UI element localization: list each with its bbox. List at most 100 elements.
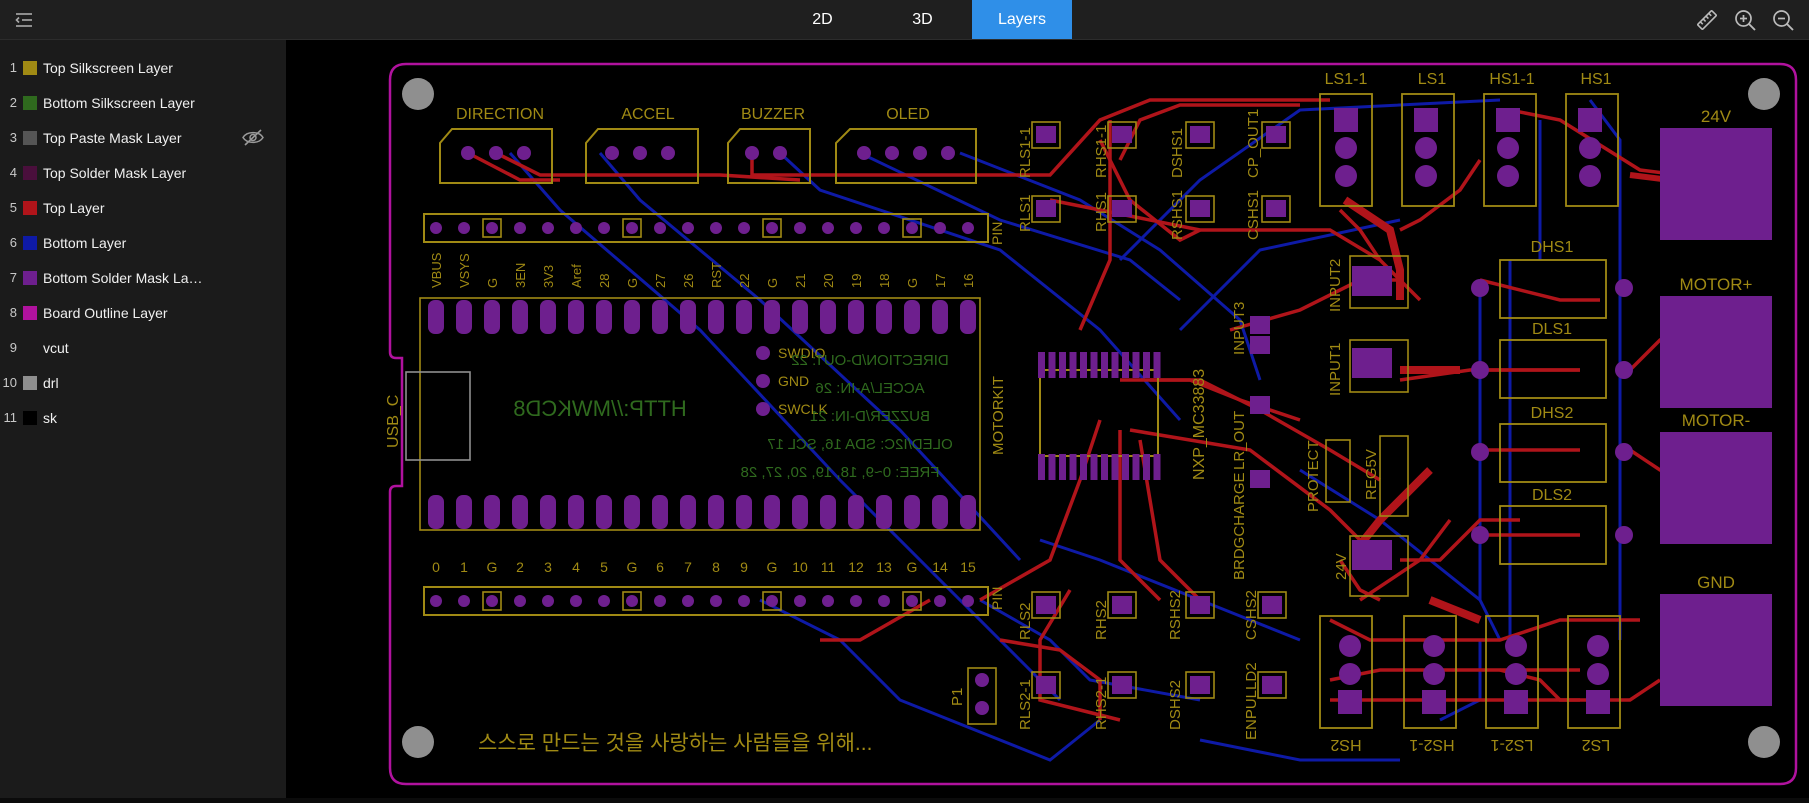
tab-layers[interactable]: Layers: [972, 0, 1072, 39]
module-pad: [512, 300, 528, 334]
label-motor-minus: MOTOR-: [1682, 411, 1751, 430]
layer-name: Bottom Layer: [43, 234, 127, 251]
layer-number: 6: [9, 235, 17, 250]
ic-pin: [1143, 454, 1150, 480]
bottom-pin-label: 13: [876, 559, 892, 575]
module-pad: [764, 300, 780, 334]
zoom-out-icon[interactable]: [1771, 8, 1795, 32]
layer-name: Bottom Solder Mask La…: [43, 269, 203, 286]
usb-connector-outline: [405, 371, 471, 461]
bottom-pin-label: 0: [432, 559, 440, 575]
header-pin: [458, 595, 470, 607]
header-pin: [430, 595, 442, 607]
layer-item-top-solder-mask[interactable]: 4 Top Solder Mask Layer: [0, 155, 286, 190]
ic-pin: [1090, 352, 1098, 378]
ic-pin: [1122, 352, 1129, 378]
top-pin-label: 18: [877, 274, 892, 288]
eye-off-icon[interactable]: [242, 129, 264, 146]
header-pin: [542, 595, 554, 607]
layer-number: 8: [9, 305, 17, 320]
bottom-pin-labels: 0 1 G 2 3 4 5 G 6 7 8 9 G 10 11 12 13 G 14 15: [432, 559, 976, 575]
top-pin-label: VSYS: [457, 253, 472, 288]
top-toolbar: 2D 3D Layers: [0, 0, 1809, 40]
layer-name: drl: [43, 374, 59, 391]
config-line-1: DIRECTION/D-OUT: 22: [791, 352, 949, 369]
usb-label: USB_C: [385, 395, 402, 448]
module-pad: [904, 495, 920, 529]
bottom-pin-label: G: [767, 559, 778, 575]
label-rls2: RLS2: [1017, 602, 1034, 640]
layer-item-board-outline[interactable]: 8 Board Outline Layer: [0, 295, 286, 330]
module-pad: [540, 495, 556, 529]
layer-item-bottom-silkscreen[interactable]: 2 Bottom Silkscreen Layer: [0, 85, 286, 120]
pcb-canvas[interactable]: DIRECTION ACCEL BUZZER OLED VBUS VSYS G 3EN…: [286, 40, 1809, 798]
ic-pin: [1080, 454, 1087, 480]
tab-2d[interactable]: 2D: [772, 0, 873, 39]
ruler-icon[interactable]: [1695, 8, 1719, 32]
top-pin-label: 22: [737, 274, 752, 288]
ic-pin: [1069, 352, 1077, 378]
module-pad: [736, 495, 752, 529]
ic-pin: [1048, 454, 1056, 480]
label-rhs1-1: RHS1-1: [1093, 125, 1110, 178]
top-pin-label: 20: [821, 274, 836, 288]
top-pin-label: 3EN: [513, 263, 528, 288]
top-pin-label: RST: [709, 262, 724, 288]
module-pad: [904, 300, 920, 334]
header-pin: [514, 595, 526, 607]
label-ls1-1: LS1-1: [1325, 71, 1368, 88]
module-pad: [540, 300, 556, 334]
layer-name: Top Layer: [43, 199, 105, 216]
mount-hole: [402, 726, 434, 758]
layer-item-top-layer[interactable]: 5 Top Layer: [0, 190, 286, 225]
ic-pin: [1038, 454, 1045, 480]
top-pin-label: 16: [961, 274, 976, 288]
module-pad: [960, 495, 976, 529]
header-pin: [794, 222, 806, 234]
layer-color-swatch: [23, 340, 37, 355]
layer-item-top-paste-mask[interactable]: 3 Top Paste Mask Layer: [0, 120, 286, 155]
label-rhs2-1: RHS2-1: [1093, 677, 1110, 730]
layer-item-vcut[interactable]: 9 vcut: [0, 330, 286, 365]
header-pin: [570, 222, 582, 234]
layer-number: 9: [9, 340, 17, 355]
label-input3: INPUT3: [1231, 302, 1248, 355]
label-rls1: RLS1: [1017, 194, 1034, 232]
header-pin: [738, 222, 750, 234]
top-pin-labels: VBUS VSYS G 3EN 3V3 Aref 28 G 27 26 RST 22 G 21 20 19 18…: [429, 252, 976, 288]
header-pin: [738, 595, 750, 607]
header-pin: [682, 595, 694, 607]
module-pad: [652, 300, 668, 334]
module-pad: [876, 495, 892, 529]
label-ls1: LS1: [1418, 71, 1447, 88]
bottom-pin-label: 9: [740, 559, 748, 575]
header-pin: [598, 595, 610, 607]
layer-item-top-silkscreen[interactable]: 1 Top Silkscreen Layer: [0, 50, 286, 85]
layer-item-sk[interactable]: 11 sk: [0, 400, 286, 435]
module-pad: [512, 495, 528, 529]
module-pad: [792, 300, 808, 334]
module-pad: [456, 495, 472, 529]
layer-item-bottom-layer[interactable]: 6 Bottom Layer: [0, 225, 286, 260]
view-tabs: 2D 3D Layers: [772, 0, 1072, 39]
label-enpulld2: ENPULLD2: [1243, 662, 1260, 740]
layer-item-drl[interactable]: 10 drl: [0, 365, 286, 400]
module-pad: [624, 495, 640, 529]
label-cshs2: CSHS2: [1243, 590, 1260, 640]
ic-pin: [1153, 454, 1161, 480]
header-pin: [850, 595, 862, 607]
module-pad: [736, 300, 752, 334]
layer-item-bottom-solder-mask[interactable]: 7 Bottom Solder Mask La…: [0, 260, 286, 295]
module-pad: [876, 300, 892, 334]
tab-3d[interactable]: 3D: [873, 0, 972, 39]
top-pin-label: 21: [793, 274, 808, 288]
bottom-pin-label: 15: [960, 559, 976, 575]
collapse-sidebar-icon[interactable]: [14, 10, 34, 30]
top-header-pins: [430, 218, 974, 238]
bottom-header-pins: [430, 591, 974, 611]
zoom-in-icon[interactable]: [1733, 8, 1757, 32]
header-pin: [850, 222, 862, 234]
gnd-label: GND: [778, 373, 809, 389]
module-pad: [820, 495, 836, 529]
module-pad: [624, 300, 640, 334]
